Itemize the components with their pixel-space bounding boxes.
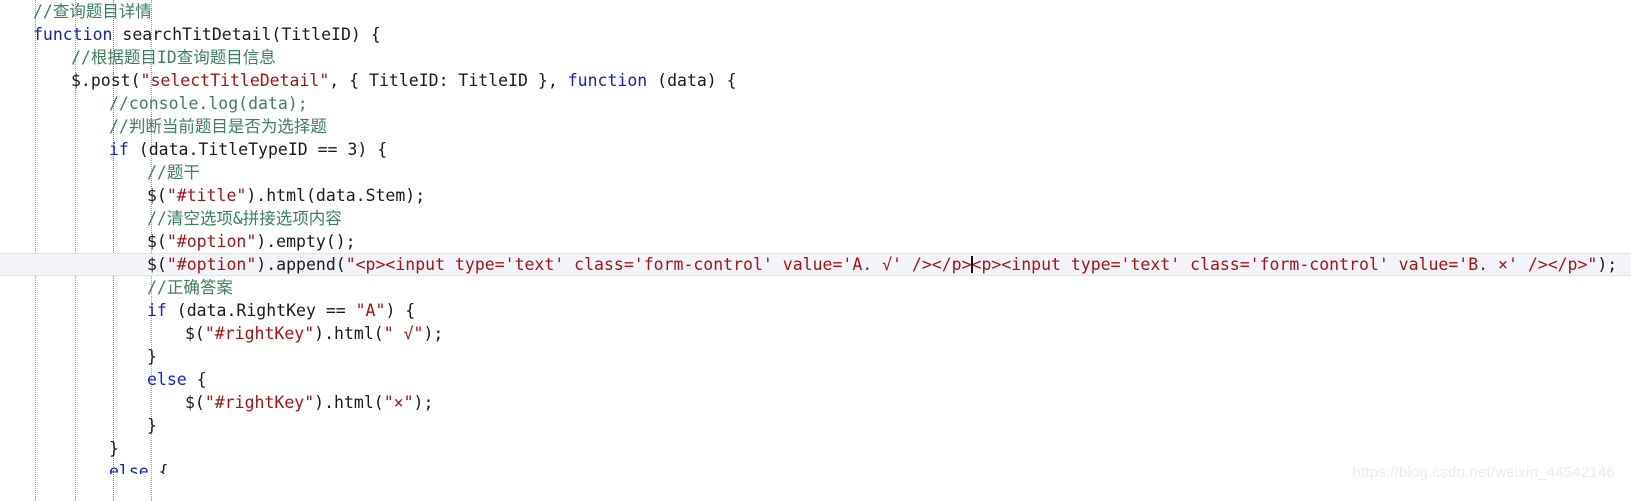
code-line-text: //清空选项&拼接选项内容	[0, 207, 342, 230]
token-plain: $(	[147, 232, 167, 251]
code-line-text: $("#title").html(data.Stem);	[0, 184, 425, 207]
token-plain: $(	[147, 255, 167, 274]
token-kw: else	[109, 462, 149, 474]
token-str: "#title"	[166, 186, 247, 205]
token-str: "selectTitleDetail"	[140, 71, 330, 90]
token-plain: , { TitleID: TitleID },	[329, 71, 568, 90]
code-line[interactable]: $("#rightKey").html("×");	[0, 391, 1631, 414]
token-str: "×"	[383, 393, 414, 412]
code-line-text: }	[0, 437, 119, 460]
token-kw: function	[567, 71, 648, 90]
token-plain: (data) {	[647, 71, 737, 90]
token-plain: $(	[185, 393, 205, 412]
token-cmt: //题干	[147, 163, 200, 182]
code-line[interactable]: //题干	[0, 161, 1631, 184]
token-plain: {	[186, 370, 207, 389]
token-plain: );	[413, 393, 434, 412]
token-plain: }	[109, 439, 119, 458]
token-str: "<p><input type='text' class='form-contr…	[345, 255, 972, 274]
token-str: "#rightKey"	[204, 393, 315, 412]
code-line[interactable]: $("#rightKey").html(" √");	[0, 322, 1631, 345]
code-content[interactable]: //查询题目详情 function searchTitDetail(TitleID…	[0, 0, 1631, 501]
code-line[interactable]: //查询题目详情	[0, 0, 1631, 23]
code-line[interactable]: //清空选项&拼接选项内容	[0, 207, 1631, 230]
code-line-text: //判断当前题目是否为选择题	[0, 115, 327, 138]
token-str: "#option"	[166, 255, 257, 274]
code-line-text: $("#rightKey").html("×");	[0, 391, 433, 414]
token-cmt: //清空选项&拼接选项内容	[147, 209, 342, 228]
code-line[interactable]: else {	[0, 460, 1631, 474]
token-plain: );	[423, 324, 444, 343]
token-cmt: //console.log(data);	[109, 94, 308, 113]
code-line-text: $("#rightKey").html(" √");	[0, 322, 443, 345]
token-str: " √"	[383, 324, 424, 343]
code-line[interactable]: function searchTitDetail(TitleID) {	[0, 23, 1631, 46]
code-line-text: //console.log(data);	[0, 92, 308, 115]
code-line[interactable]: }	[0, 437, 1631, 460]
token-kw: function	[33, 25, 113, 44]
token-plain: $.post(	[71, 71, 141, 90]
code-line[interactable]: else {	[0, 368, 1631, 391]
token-cmt: //判断当前题目是否为选择题	[109, 117, 327, 136]
code-line[interactable]: $("#option").append("<p><input type='tex…	[0, 253, 1631, 276]
token-cmt: //查询题目详情	[33, 2, 152, 21]
token-plain: {	[148, 462, 169, 474]
code-line-text: //根据题目ID查询题目信息	[0, 46, 276, 69]
code-line[interactable]: //判断当前题目是否为选择题	[0, 115, 1631, 138]
code-line[interactable]: //根据题目ID查询题目信息	[0, 46, 1631, 69]
token-kw: if	[147, 301, 167, 320]
code-line-text: if (data.TitleTypeID == 3) {	[0, 138, 387, 161]
code-line[interactable]: }	[0, 345, 1631, 368]
code-line[interactable]: if (data.TitleTypeID == 3) {	[0, 138, 1631, 161]
token-str: "#option"	[166, 232, 257, 251]
code-line[interactable]: }	[0, 414, 1631, 437]
token-plain: }	[147, 416, 157, 435]
code-line[interactable]: if (data.RightKey == "A") {	[0, 299, 1631, 322]
token-str: "A"	[355, 301, 386, 320]
token-plain: }	[147, 347, 157, 366]
text-caret	[970, 256, 973, 273]
code-line-text: }	[0, 414, 157, 437]
token-cmt: //正确答案	[147, 278, 233, 297]
token-kw: if	[109, 140, 129, 159]
code-line-text: $("#option").empty();	[0, 230, 356, 253]
token-plain: ).html(data.Stem);	[246, 186, 426, 205]
token-plain: );	[1597, 255, 1618, 274]
code-line-text: function searchTitDetail(TitleID) {	[0, 23, 381, 46]
token-plain: ) {	[385, 301, 416, 320]
token-cmt: //根据题目ID查询题目信息	[71, 48, 276, 67]
code-line-text: }	[0, 345, 157, 368]
code-line-text: $("#option").append("<p><input type='tex…	[0, 254, 1617, 275]
code-line-text: //查询题目详情	[0, 0, 152, 23]
token-plain: searchTitDetail(TitleID) {	[112, 25, 381, 44]
token-plain: $(	[147, 186, 167, 205]
code-line[interactable]: $("#option").empty();	[0, 230, 1631, 253]
token-plain: ).html(	[314, 324, 384, 343]
token-plain: ).append(	[256, 255, 346, 274]
code-line-text: if (data.RightKey == "A") {	[0, 299, 415, 322]
token-str: "#rightKey"	[204, 324, 315, 343]
token-plain: ).empty();	[256, 232, 356, 251]
token-plain: $(	[185, 324, 205, 343]
code-line[interactable]: $.post("selectTitleDetail", { TitleID: T…	[0, 69, 1631, 92]
code-line-text: //题干	[0, 161, 200, 184]
code-line-text: $.post("selectTitleDetail", { TitleID: T…	[0, 69, 737, 92]
code-line[interactable]: //正确答案	[0, 276, 1631, 299]
code-line-text: else {	[0, 368, 207, 391]
code-line-text: else {	[0, 460, 169, 474]
token-plain: (data.RightKey ==	[166, 301, 356, 320]
code-editor[interactable]: //查询题目详情 function searchTitDetail(TitleID…	[0, 0, 1631, 501]
token-plain: ).html(	[314, 393, 384, 412]
token-kw: else	[147, 370, 187, 389]
code-line[interactable]: //console.log(data);	[0, 92, 1631, 115]
code-line-text: //正确答案	[0, 276, 233, 299]
token-plain: (data.TitleTypeID == 3) {	[128, 140, 388, 159]
token-str: <p><input type='text' class='form-contro…	[971, 255, 1598, 274]
code-line[interactable]: $("#title").html(data.Stem);	[0, 184, 1631, 207]
